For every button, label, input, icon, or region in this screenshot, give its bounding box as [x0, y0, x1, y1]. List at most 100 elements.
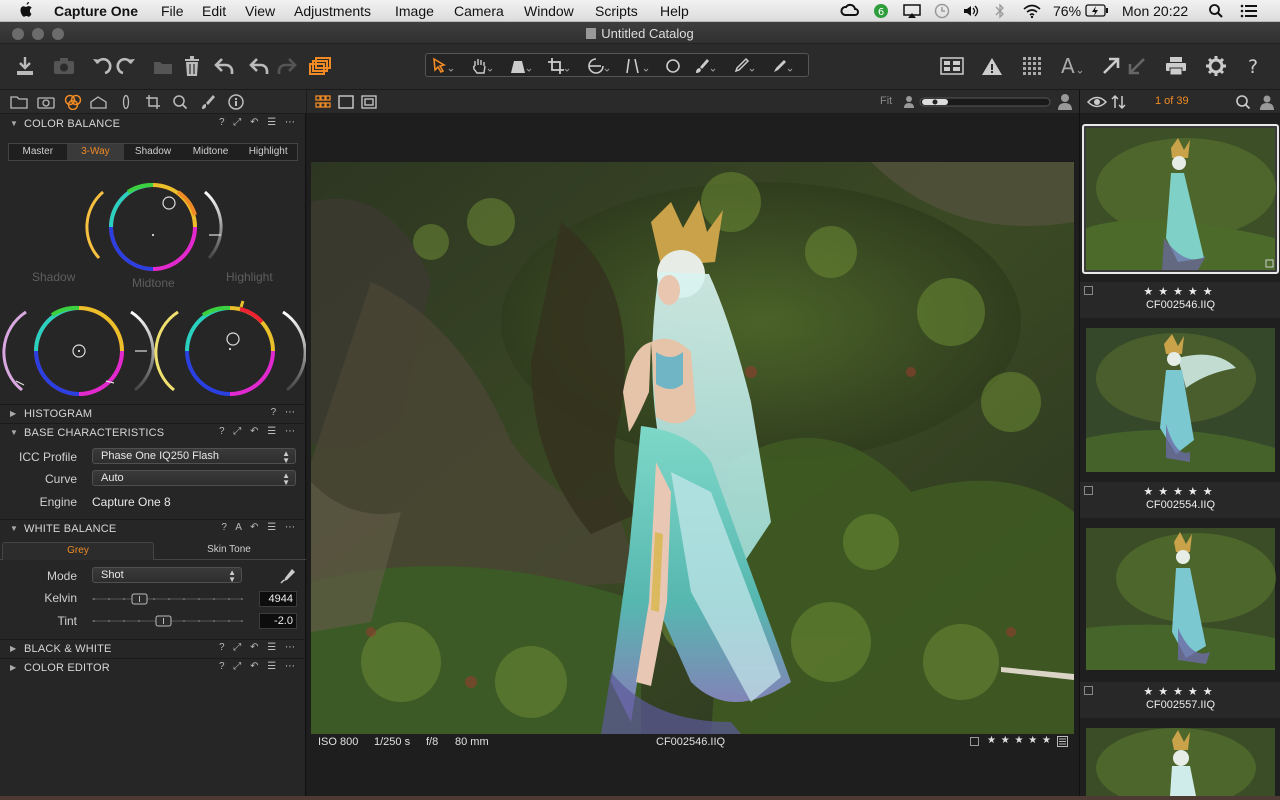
export-variants-icon[interactable]: [1124, 53, 1150, 79]
sync-status-icon[interactable]: 6: [872, 3, 890, 19]
hand-tool-icon[interactable]: [469, 53, 495, 79]
menu-scripts[interactable]: Scripts: [595, 3, 638, 19]
redo-icon[interactable]: [273, 53, 299, 79]
tab-shadow[interactable]: Shadow: [124, 144, 182, 160]
zoom-out-person-icon[interactable]: [903, 95, 915, 108]
collapse-triangle-icon[interactable]: ▼: [10, 119, 18, 128]
single-view-icon[interactable]: [338, 95, 354, 109]
browser-search-icon[interactable]: [1235, 94, 1251, 110]
menu-app-name[interactable]: Capture One: [54, 3, 138, 19]
camera-icon[interactable]: [51, 53, 77, 79]
rotate-left-icon[interactable]: [88, 53, 114, 79]
grid-line-icon[interactable]: [625, 53, 651, 79]
tool-controls[interactable]: ? ⤢ ↶ ☰ ⋯: [219, 426, 298, 437]
thumbnail-image[interactable]: [1086, 528, 1279, 670]
local-adjustments-tab-icon[interactable]: [200, 94, 216, 110]
zoom-slider[interactable]: [919, 96, 1051, 108]
straighten-icon[interactable]: [586, 53, 612, 79]
thumbnail-image[interactable]: [1086, 128, 1279, 270]
library-tab-icon[interactable]: [10, 95, 28, 109]
trash-icon[interactable]: [179, 53, 205, 79]
white-balance-picker-icon[interactable]: [280, 568, 296, 584]
export-icon[interactable]: [1098, 53, 1124, 79]
highlight-luma-slider[interactable]: [282, 310, 306, 392]
black-white-header[interactable]: ▶ BLACK & WHITE ? ⤢ ↶ ☰ ⋯: [0, 639, 306, 657]
expand-triangle-icon[interactable]: ▶: [10, 663, 16, 672]
tab-skin-tone[interactable]: Skin Tone: [154, 542, 304, 560]
capture-tab-icon[interactable]: [37, 95, 55, 109]
wifi-icon[interactable]: [1022, 3, 1042, 19]
help-icon[interactable]: ?: [1242, 53, 1268, 79]
airplay-icon[interactable]: [902, 3, 922, 19]
rotate-right-icon[interactable]: [114, 53, 140, 79]
base-characteristics-header[interactable]: ▼ BASE CHARACTERISTICS ? ⤢ ↶ ☰ ⋯: [0, 423, 306, 441]
undo-all-icon[interactable]: [212, 53, 238, 79]
kelvin-slider[interactable]: [92, 593, 244, 605]
grid-view-icon[interactable]: [939, 53, 965, 79]
eye-icon[interactable]: [1087, 95, 1107, 109]
thumbnail-image[interactable]: [1086, 728, 1279, 796]
metadata-tab-icon[interactable]: [227, 93, 245, 111]
main-photo[interactable]: [311, 162, 1074, 734]
thumbnail-image[interactable]: [1086, 328, 1279, 472]
menu-camera[interactable]: Camera: [454, 3, 504, 19]
menu-image[interactable]: Image: [395, 3, 434, 19]
collapse-triangle-icon[interactable]: ▼: [10, 524, 18, 533]
rating-stars[interactable]: ★ ★ ★ ★ ★: [987, 735, 1052, 746]
midtone-warm-slider[interactable]: [85, 190, 104, 260]
tint-slider[interactable]: [92, 615, 244, 627]
multi-view-icon[interactable]: [315, 95, 331, 109]
icc-profile-select[interactable]: Phase One IQ250 Flash ▲ ▼: [92, 448, 296, 465]
tab-master[interactable]: Master: [9, 144, 67, 160]
menu-view[interactable]: View: [245, 3, 275, 19]
menu-file[interactable]: File: [161, 3, 184, 19]
midtone-wheel[interactable]: [109, 182, 197, 271]
bluetooth-icon[interactable]: [994, 3, 1006, 19]
kelvin-value[interactable]: 4944: [259, 591, 297, 607]
keystone-icon[interactable]: [508, 53, 534, 79]
highlight-warm-slider[interactable]: [154, 310, 179, 392]
variants-icon[interactable]: [307, 53, 333, 79]
exposure-tab-icon[interactable]: [90, 95, 108, 109]
gear-icon[interactable]: [1203, 53, 1229, 79]
tab-midtone[interactable]: Midtone: [182, 144, 240, 160]
print-icon[interactable]: [1163, 53, 1189, 79]
zoom-in-person-icon[interactable]: [1057, 93, 1073, 110]
collapse-triangle-icon[interactable]: ▼: [10, 428, 18, 437]
proof-view-icon[interactable]: [361, 95, 377, 109]
picker-icon[interactable]: [731, 53, 757, 79]
highlight-wheel[interactable]: [185, 305, 275, 396]
undo-icon[interactable]: [247, 53, 273, 79]
text-icon[interactable]: A: [1059, 53, 1085, 79]
thumbnail-stars[interactable]: ★★★★★: [1080, 285, 1280, 298]
annotate-icon[interactable]: [769, 53, 795, 79]
midtone-luma-slider[interactable]: [204, 190, 223, 260]
battery-icon[interactable]: [1085, 4, 1109, 18]
tab-3-way[interactable]: 3-Way: [66, 144, 125, 160]
details-tab-icon[interactable]: [172, 94, 188, 110]
expand-triangle-icon[interactable]: ▶: [10, 644, 16, 653]
thumbnail-stars[interactable]: ★★★★★: [1080, 485, 1280, 498]
menu-help[interactable]: Help: [660, 3, 689, 19]
focus-icon[interactable]: [1019, 53, 1045, 79]
cursor-tool-icon[interactable]: [430, 53, 456, 79]
expand-triangle-icon[interactable]: ▶: [10, 409, 16, 418]
metadata-icon[interactable]: [1057, 736, 1068, 747]
tool-controls[interactable]: ? ⤢ ↶ ☰ ⋯: [219, 117, 298, 128]
tool-controls[interactable]: ? ⤢ ↶ ☰ ⋯: [219, 642, 298, 653]
tint-value[interactable]: -2.0: [259, 613, 297, 629]
color-editor-header[interactable]: ▶ COLOR EDITOR ? ⤢ ↶ ☰ ⋯: [0, 658, 306, 676]
mode-select[interactable]: Shot ▲ ▼: [92, 567, 242, 584]
spot-icon[interactable]: [660, 53, 686, 79]
volume-icon[interactable]: [962, 3, 982, 19]
time-machine-icon[interactable]: [934, 3, 950, 19]
notification-center-icon[interactable]: [1240, 4, 1258, 18]
histogram-header[interactable]: ▶ HISTOGRAM ? ⋯: [0, 404, 306, 422]
zoom-fit-label[interactable]: Fit: [880, 95, 892, 107]
color-balance-header[interactable]: ▼ COLOR BALANCE ? ⤢ ↶ ☰ ⋯: [0, 115, 306, 133]
import-icon[interactable]: [12, 53, 38, 79]
shadow-warm-slider[interactable]: [2, 310, 27, 392]
tool-controls[interactable]: ? ⤢ ↶ ☰ ⋯: [219, 661, 298, 672]
sort-icon[interactable]: [1111, 94, 1127, 110]
menu-clock[interactable]: Mon 20:22: [1122, 3, 1188, 19]
